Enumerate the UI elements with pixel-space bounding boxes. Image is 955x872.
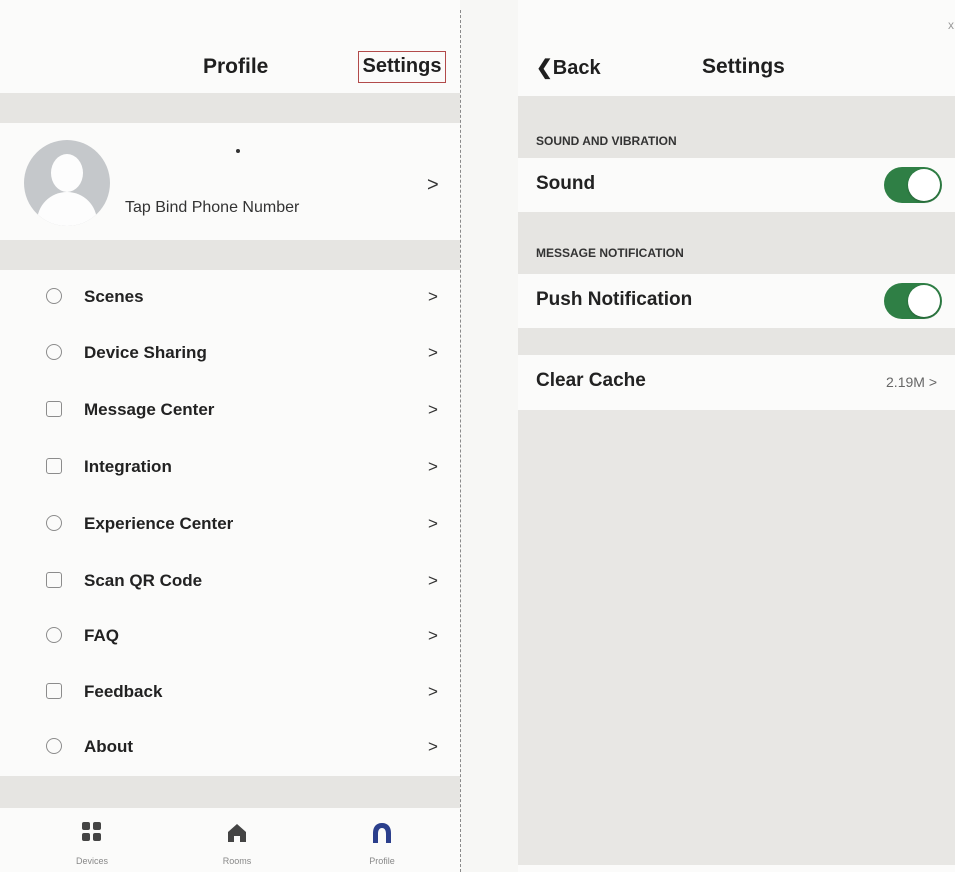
menu-item-label: Integration [84, 457, 172, 476]
chevron-left-icon: ❮ [536, 57, 553, 79]
message-icon [46, 401, 62, 417]
menu-item-label: Scan QR Code [84, 571, 203, 590]
chevron-right-icon: > [428, 514, 438, 533]
chevron-right-icon: > [428, 287, 438, 306]
chevron-right-icon: > [428, 626, 438, 645]
chevron-right-icon: > [428, 400, 438, 419]
heart-icon [46, 515, 62, 531]
menu-item-label: About [84, 737, 134, 756]
chevron-right-icon: > [428, 457, 438, 476]
section-divider [0, 240, 460, 270]
menu-item-experience-center[interactable]: Experience Center > [0, 498, 460, 554]
menu-item-label: Feedback [84, 682, 163, 701]
integration-icon [46, 458, 62, 474]
section-divider [518, 328, 955, 355]
qr-code-icon [46, 572, 62, 588]
menu-item-faq[interactable]: FAQ > [0, 610, 460, 666]
section-divider [0, 776, 460, 808]
share-icon [46, 344, 62, 360]
profile-icon [373, 823, 391, 843]
profile-card[interactable]: Tap Bind Phone Number > [0, 123, 460, 240]
page-title: Settings [702, 55, 785, 78]
clear-cache-row[interactable]: Clear Cache 2.19M > [518, 355, 955, 410]
tab-label: Profile [369, 856, 395, 866]
back-button[interactable]: ❮Back [536, 55, 601, 80]
row-label: Clear Cache [536, 370, 646, 391]
section-divider [518, 212, 955, 274]
feedback-icon [46, 683, 62, 699]
settings-row-sound: Sound [518, 158, 955, 212]
menu-item-label: Device Sharing [84, 343, 207, 362]
row-label: Sound [536, 173, 596, 194]
grid-icon [82, 822, 102, 842]
section-header-message: MESSAGE NOTIFICATION [536, 246, 684, 260]
chevron-right-icon: > [428, 682, 438, 701]
menu-item-scan-qr-code[interactable]: Scan QR Code > [0, 555, 460, 611]
chevron-right-icon: > [427, 174, 439, 196]
sound-toggle[interactable] [884, 167, 942, 203]
menu-item-integration[interactable]: Integration > [0, 441, 460, 497]
info-icon [46, 738, 62, 754]
settings-screen: ❮Back Settings x SOUND AND VIBRATION Sou… [518, 0, 955, 872]
tab-profile[interactable]: Profile [347, 820, 417, 870]
back-label: Back [552, 57, 601, 79]
section-divider [0, 93, 460, 123]
menu-item-label: Experience Center [84, 514, 234, 533]
scenes-icon [46, 288, 62, 304]
username-placeholder [236, 149, 240, 153]
menu-item-feedback[interactable]: Feedback > [0, 666, 460, 722]
cache-size-value: 2.19M > [886, 374, 937, 390]
profile-screen: Profile Settings Tap Bind Phone Number >… [0, 0, 460, 872]
tab-label: Devices [75, 856, 108, 866]
settings-row-push-notification: Push Notification [518, 274, 955, 328]
bind-phone-label: Tap Bind Phone Number [125, 199, 300, 216]
chevron-right-icon: > [428, 571, 438, 590]
tab-label: Rooms [222, 856, 252, 866]
row-label: Push Notification [536, 289, 693, 310]
menu-item-device-sharing[interactable]: Device Sharing > [0, 327, 460, 383]
close-icon[interactable]: x [948, 18, 954, 32]
tab-rooms[interactable]: Rooms [202, 820, 272, 870]
menu-item-scenes[interactable]: Scenes > [0, 271, 460, 327]
push-notification-toggle[interactable] [884, 283, 942, 319]
tab-devices[interactable]: Devices [57, 820, 127, 870]
menu-item-label: Scenes [84, 287, 144, 306]
chevron-right-icon: > [428, 737, 438, 756]
section-header-sound: SOUND AND VIBRATION [536, 134, 677, 148]
tab-bar: Devices Rooms Profile [0, 808, 460, 872]
menu-item-label: Message Center [84, 400, 215, 419]
menu-item-label: FAQ [84, 626, 119, 645]
settings-button[interactable]: Settings [358, 51, 446, 83]
house-icon [228, 824, 246, 842]
avatar [24, 140, 110, 226]
chevron-right-icon: > [428, 343, 438, 362]
menu-item-message-center[interactable]: Message Center > [0, 384, 460, 440]
page-title: Profile [203, 55, 269, 78]
section-divider [518, 96, 955, 158]
question-icon [46, 627, 62, 643]
empty-area [518, 410, 955, 865]
menu-item-about[interactable]: About > [0, 721, 460, 777]
screen-divider [460, 10, 461, 872]
